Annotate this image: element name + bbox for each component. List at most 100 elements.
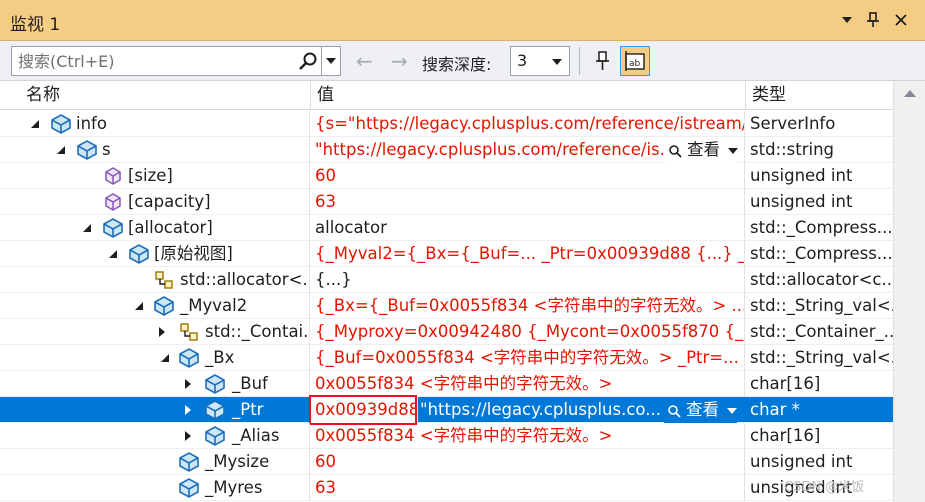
collapsed-arrow-icon bbox=[185, 405, 191, 415]
search-box bbox=[11, 46, 322, 76]
text-visualizer-button[interactable]: 查看 bbox=[664, 397, 737, 423]
object-icon bbox=[128, 244, 150, 264]
search-input[interactable] bbox=[12, 47, 292, 75]
value-cell[interactable]: 63 bbox=[311, 475, 745, 501]
format-text-icon: ab bbox=[625, 51, 645, 71]
expand-toggle[interactable] bbox=[182, 423, 194, 449]
value-cell[interactable]: allocator bbox=[311, 215, 745, 241]
scroll-up-icon[interactable] bbox=[904, 90, 916, 97]
chevron-down-icon bbox=[326, 58, 336, 64]
viewer-label: 查看 bbox=[687, 140, 720, 159]
object-icon bbox=[178, 452, 200, 472]
collapse-toggle[interactable] bbox=[30, 111, 42, 137]
pin-window-button[interactable] bbox=[862, 9, 884, 31]
column-name-header[interactable]: 名称 bbox=[20, 81, 311, 110]
collapsed-arrow-icon bbox=[185, 431, 191, 441]
table-row[interactable]: s "https://legacy.cplusplus.com/referenc… bbox=[0, 137, 893, 163]
type-cell: std::string bbox=[750, 140, 835, 159]
table-row[interactable]: _Myres 63 unsigned int CSDN @米饭 bbox=[0, 475, 893, 501]
type-cell: std::_Compress... bbox=[750, 218, 893, 237]
table-row[interactable]: _Myval2 {_Bx={_Buf=0x0055f834 <字符串中的字符无效… bbox=[0, 293, 893, 319]
type-cell: std::_String_val<... bbox=[750, 348, 893, 367]
table-row[interactable]: _Buf 0x0055f834 <字符串中的字符无效。> char[16] bbox=[0, 371, 893, 397]
search-icon[interactable] bbox=[298, 51, 318, 71]
type-cell: std::_Compress... bbox=[750, 244, 893, 263]
object-icon bbox=[153, 296, 175, 316]
window-menu-button[interactable] bbox=[836, 9, 858, 31]
name-cell: s bbox=[0, 137, 310, 163]
search-back-button[interactable]: ← bbox=[356, 49, 373, 73]
close-icon bbox=[895, 14, 907, 26]
type-cell: char[16] bbox=[750, 426, 821, 445]
value-cell[interactable]: {_Myval2={_Bx={_Buf=... _Ptr=0x00939d88 … bbox=[311, 241, 745, 267]
collapse-toggle[interactable] bbox=[56, 137, 68, 163]
raw-view-toggle-button[interactable]: ab bbox=[620, 46, 650, 76]
search-options-dropdown[interactable] bbox=[322, 46, 341, 76]
value-cell[interactable]: 63 bbox=[311, 189, 745, 215]
search-forward-button[interactable]: → bbox=[391, 49, 408, 73]
value-cell[interactable]: 60 bbox=[311, 449, 745, 475]
watch-toolbar: ← → 搜索深度: 3 ab bbox=[0, 41, 925, 81]
type-cell: unsigned int bbox=[750, 452, 853, 471]
value-cell[interactable]: 60 bbox=[311, 163, 745, 189]
name-cell: [allocator] bbox=[0, 215, 310, 241]
table-row[interactable]: info {s="https://legacy.cplusplus.com/re… bbox=[0, 111, 893, 137]
search-depth-select[interactable]: 3 bbox=[510, 46, 570, 76]
table-row[interactable]: _Alias 0x0055f834 <字符串中的字符无效。> char[16] bbox=[0, 423, 893, 449]
collapse-toggle[interactable] bbox=[134, 293, 146, 319]
name-cell: std::allocator<... bbox=[0, 267, 310, 293]
value-cell[interactable]: {s="https://legacy.cplusplus.com/referen… bbox=[311, 111, 745, 137]
table-row[interactable]: std::allocator<... {...} std::allocator<… bbox=[0, 267, 893, 293]
window-title-bar: 监视 1 bbox=[0, 0, 925, 41]
name-cell: _Bx bbox=[0, 345, 310, 371]
table-row[interactable]: [原始视图] {_Myval2={_Bx={_Buf=... _Ptr=0x00… bbox=[0, 241, 893, 267]
value-cell[interactable]: 0x0055f834 <字符串中的字符无效。> bbox=[311, 371, 745, 397]
magnifier-icon bbox=[669, 145, 682, 158]
search-depth-value: 3 bbox=[517, 51, 528, 70]
text-visualizer-button[interactable]: 查看 bbox=[665, 137, 738, 163]
column-value-header[interactable]: 值 bbox=[311, 81, 746, 110]
expand-toggle[interactable] bbox=[182, 397, 194, 423]
table-row[interactable]: std::_Contai... {_Myproxy=0x00942480 {_M… bbox=[0, 319, 893, 345]
type-cell: unsigned int bbox=[750, 166, 853, 185]
column-type-header[interactable]: 类型 bbox=[746, 81, 893, 110]
vertical-scrollbar[interactable] bbox=[893, 81, 925, 502]
name-label: [原始视图] bbox=[154, 244, 233, 263]
table-row[interactable]: _Mysize 60 unsigned int bbox=[0, 449, 893, 475]
value-cell[interactable]: "https://legacy.cplusplus.co... 查看 bbox=[420, 397, 745, 423]
expanded-arrow-icon bbox=[31, 120, 39, 128]
name-cell: _Alias bbox=[0, 423, 310, 449]
table-row[interactable]: [size] 60 unsigned int bbox=[0, 163, 893, 189]
collapse-toggle[interactable] bbox=[108, 241, 120, 267]
value-cell[interactable]: {_Bx={_Buf=0x0055f834 <字符串中的字符无效。> ... bbox=[311, 293, 745, 319]
pin-column-button[interactable] bbox=[588, 46, 618, 76]
name-label: _Buf bbox=[232, 374, 268, 393]
value-cell[interactable]: {_Buf=0x0055f834 <字符串中的字符无效。> _Ptr=... bbox=[311, 345, 745, 371]
name-label: _Myval2 bbox=[180, 296, 248, 315]
close-window-button[interactable] bbox=[890, 9, 912, 31]
table-row[interactable]: [allocator] allocator std::_Compress... bbox=[0, 215, 893, 241]
table-row-selected[interactable]: _Ptr 0x00939d88 "https://legacy.cplusplu… bbox=[0, 395, 893, 425]
type-cell: std::_String_val<... bbox=[750, 296, 893, 315]
value-cell[interactable]: 0x0055f834 <字符串中的字符无效。> bbox=[311, 423, 745, 449]
watermark: CSDN @米饭 bbox=[784, 480, 865, 495]
column-header: 名称 值 类型 bbox=[0, 81, 893, 110]
value-cell[interactable]: "https://legacy.cplusplus.com/reference/… bbox=[311, 137, 745, 163]
collapse-toggle[interactable] bbox=[160, 345, 172, 371]
type-cell: char * bbox=[750, 400, 800, 419]
expand-toggle[interactable] bbox=[182, 371, 194, 397]
pin-icon bbox=[867, 12, 879, 27]
base-class-icon bbox=[178, 322, 200, 342]
type-cell: char[16] bbox=[750, 374, 821, 393]
object-icon bbox=[178, 478, 200, 498]
table-row[interactable]: [capacity] 63 unsigned int bbox=[0, 189, 893, 215]
expand-toggle[interactable] bbox=[156, 319, 168, 345]
name-cell: std::_Contai... bbox=[0, 319, 310, 345]
table-row[interactable]: _Bx {_Buf=0x0055f834 <字符串中的字符无效。> _Ptr=.… bbox=[0, 345, 893, 371]
name-cell: [size] bbox=[0, 163, 310, 189]
object-icon bbox=[50, 114, 72, 134]
value-cell[interactable]: {_Myproxy=0x00942480 {_Mycont=0x0055f870… bbox=[311, 319, 745, 345]
collapse-toggle[interactable] bbox=[82, 215, 94, 241]
type-cell: std::_Container_... bbox=[750, 322, 893, 341]
value-cell[interactable]: {...} bbox=[311, 267, 745, 293]
